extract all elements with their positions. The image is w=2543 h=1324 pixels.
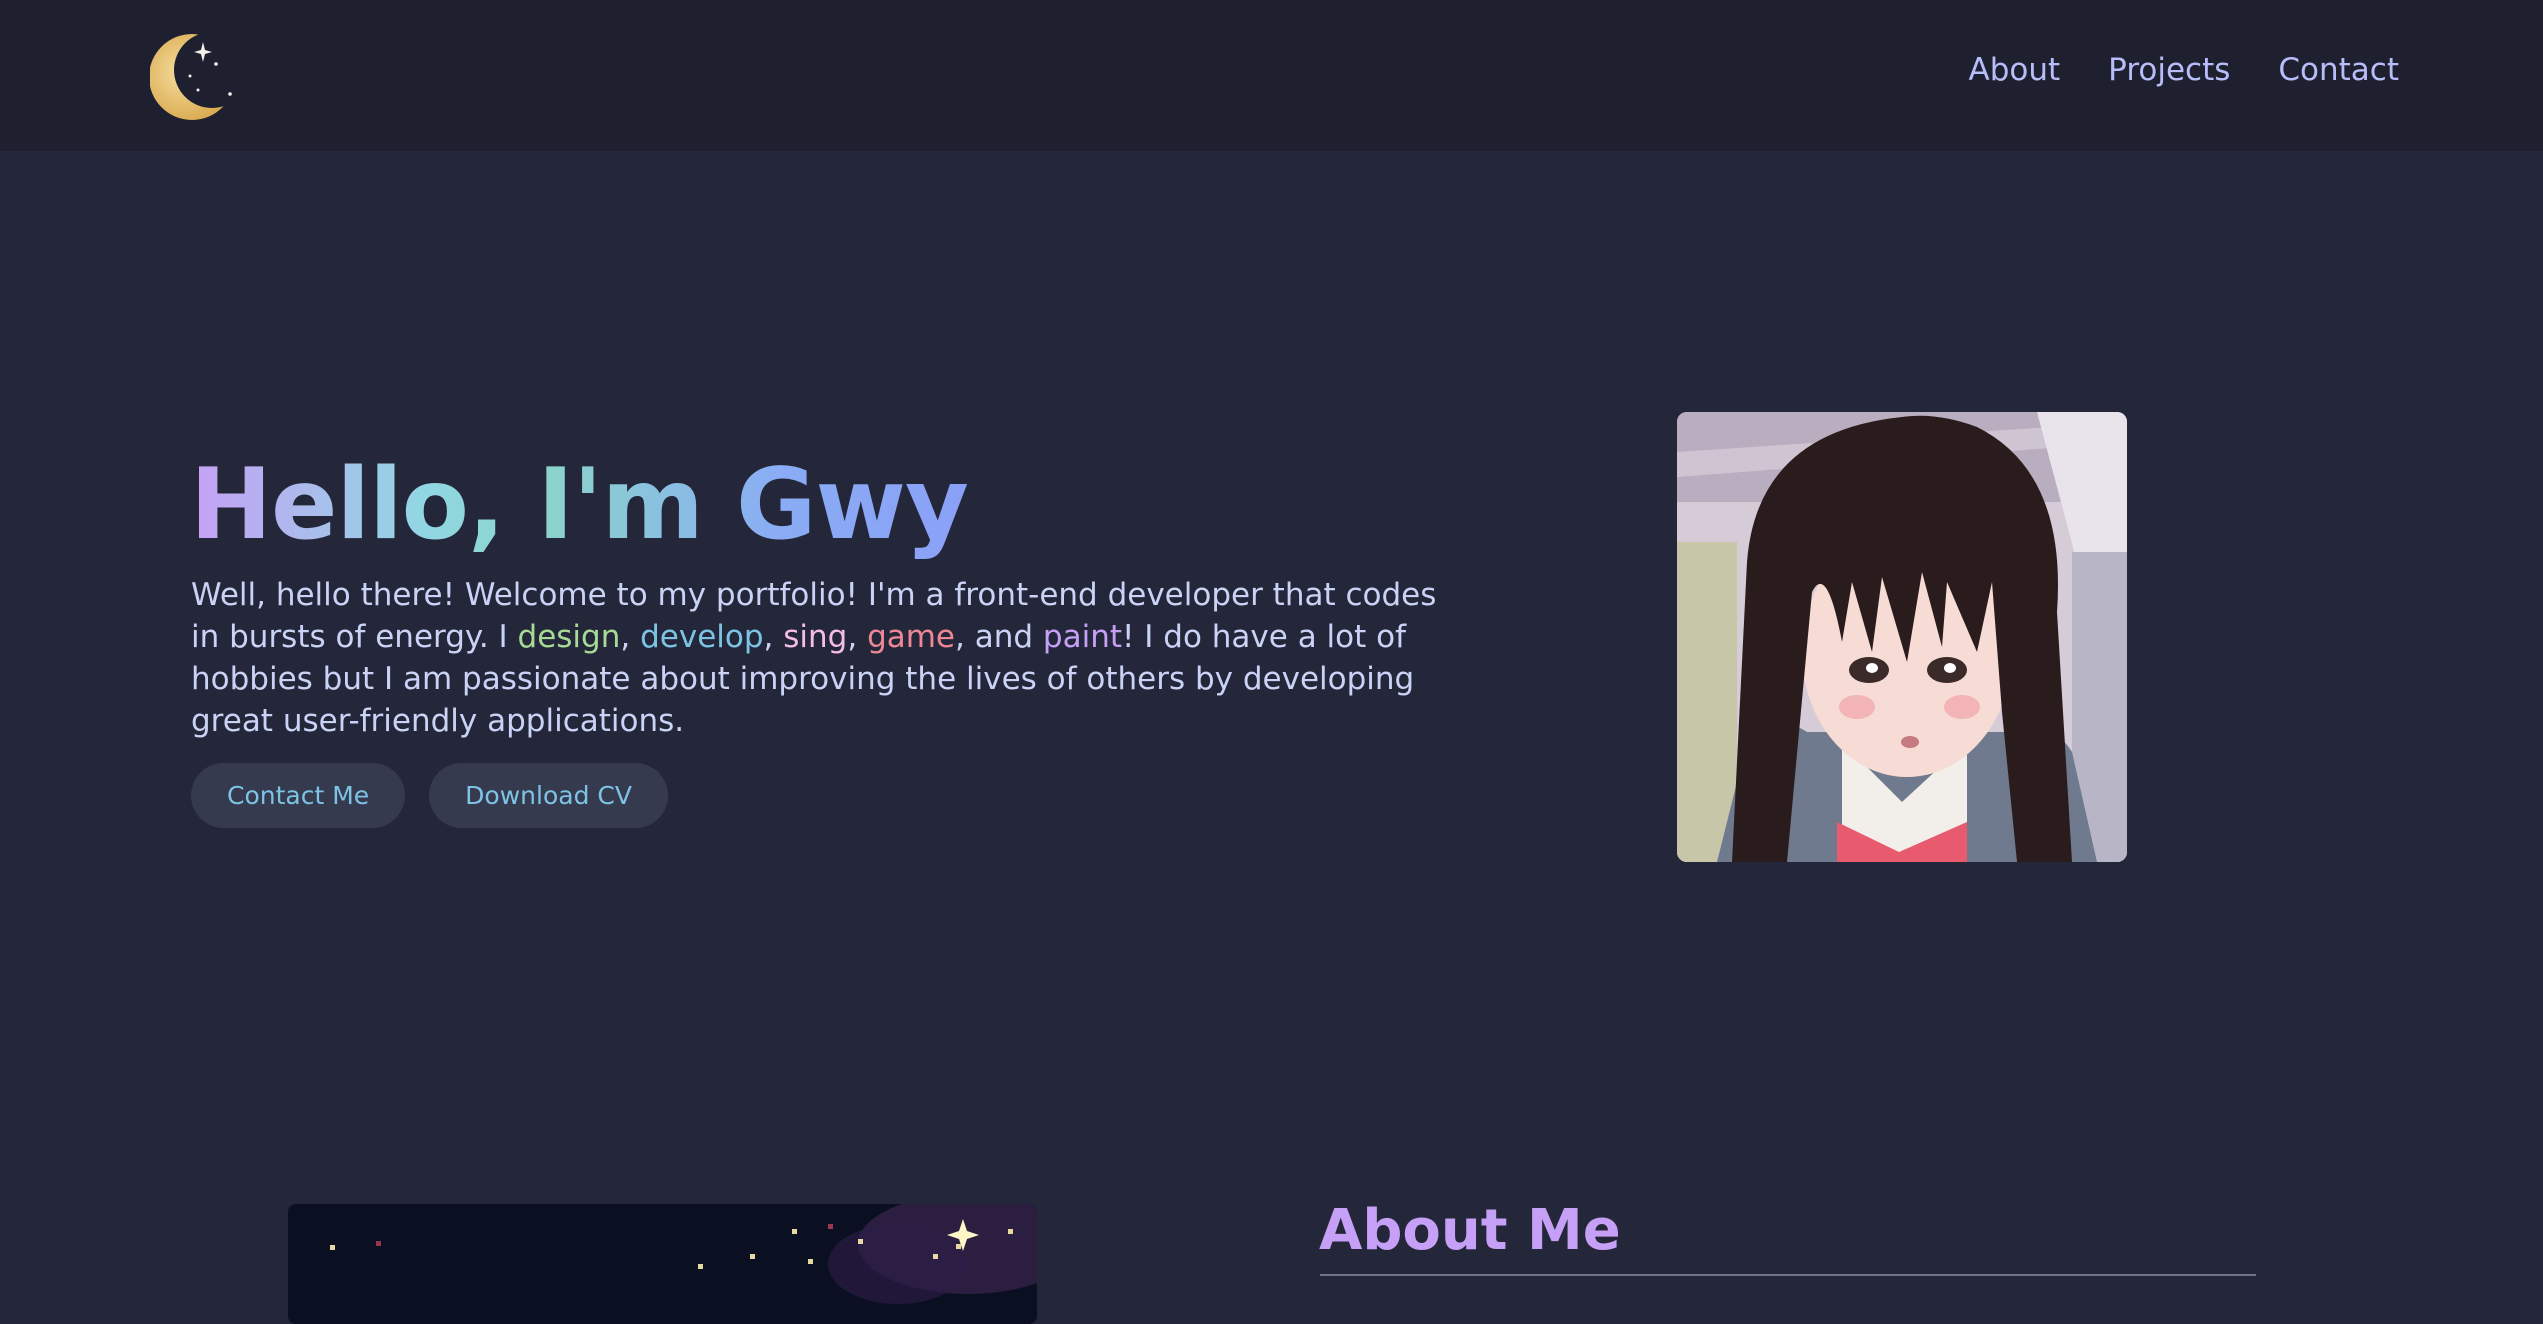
intro-sep: , <box>847 619 868 655</box>
pixel-art-night-sky-image <box>288 1204 1037 1324</box>
profile-avatar-image <box>1677 412 2127 862</box>
contact-me-button[interactable]: Contact Me <box>191 763 406 828</box>
main-nav: About Projects Contact <box>1969 52 2399 88</box>
hobby-sing: sing <box>783 619 848 655</box>
nav-projects[interactable]: Projects <box>2108 52 2230 88</box>
about-me-heading: About Me <box>1319 1198 1621 1263</box>
intro-sep: , <box>620 619 641 655</box>
hobby-design: design <box>517 619 621 655</box>
hobby-game: game <box>867 619 956 655</box>
nav-about[interactable]: About <box>1969 52 2061 88</box>
hero-intro: Well, hello there! Welcome to my portfol… <box>191 574 1471 742</box>
top-header: About Projects Contact <box>0 0 2543 151</box>
hero-title: Hello, I'm Gwy <box>190 448 969 562</box>
nav-contact[interactable]: Contact <box>2278 52 2399 88</box>
hobby-develop: develop <box>640 619 764 655</box>
intro-sep: , and <box>955 619 1043 655</box>
about-divider <box>1320 1274 2256 1276</box>
download-cv-button[interactable]: Download CV <box>429 763 668 828</box>
crescent-moon-icon[interactable] <box>149 30 236 122</box>
intro-sep: , <box>763 619 784 655</box>
hero-actions: Contact Me Download CV <box>191 763 668 828</box>
hobby-paint: paint <box>1042 619 1122 655</box>
